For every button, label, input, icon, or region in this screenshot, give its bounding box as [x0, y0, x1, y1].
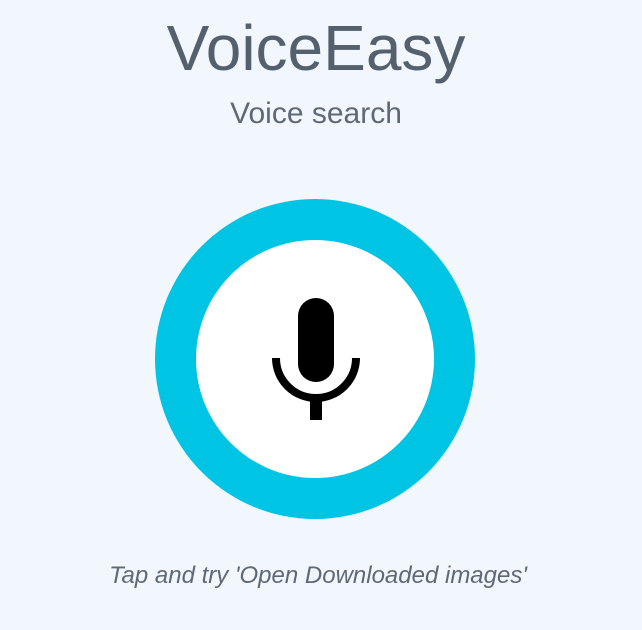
- app-subtitle: Voice search: [230, 97, 402, 130]
- app-title: VoiceEasy: [166, 12, 466, 84]
- voice-hint: Tap and try 'Open Downloaded images': [109, 562, 527, 589]
- microphone-icon: [272, 298, 360, 420]
